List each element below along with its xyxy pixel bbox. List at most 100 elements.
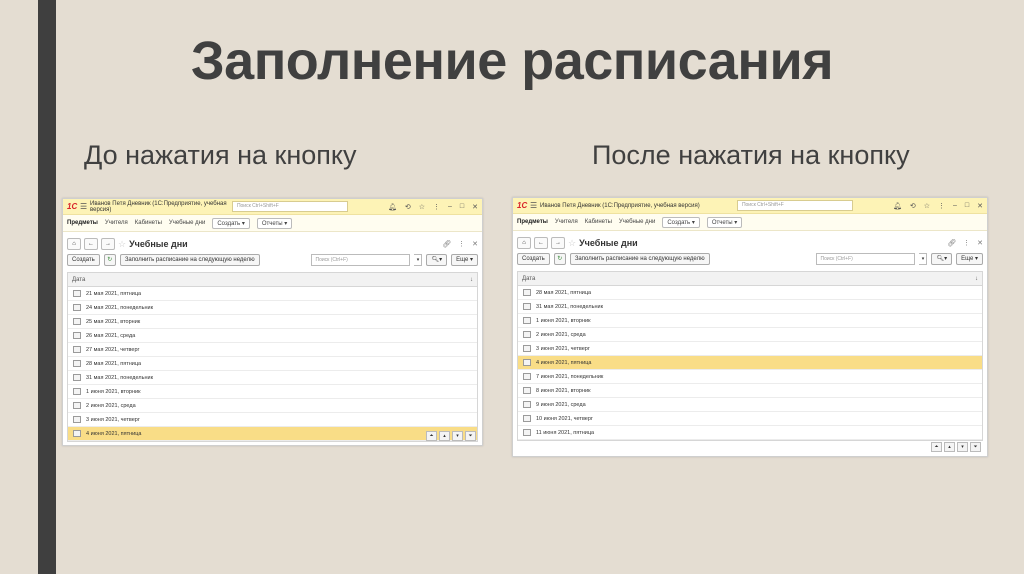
forward-arrow-icon[interactable]: → — [101, 238, 115, 250]
table-row[interactable]: 3 июня 2021, четверг — [68, 413, 477, 427]
form-close-icon[interactable]: ✕ — [977, 239, 983, 247]
table-row[interactable]: 3 июня 2021, четверг — [518, 342, 982, 356]
fill-schedule-button[interactable]: Заполнить расписание на следующую неделю — [569, 253, 710, 265]
menu-school-days[interactable]: Учебные дни — [619, 219, 655, 225]
menu-subjects[interactable]: Предметы — [67, 220, 98, 226]
table-row[interactable]: 1 июня 2021, вторник — [518, 314, 982, 328]
table-row[interactable]: 31 мая 2021, понедельник — [68, 371, 477, 385]
star-icon[interactable]: ☆ — [924, 202, 930, 210]
last-page-icon[interactable]: ⏷ — [970, 442, 981, 452]
command-bar: Создать ↻ Заполнить расписание на следую… — [513, 251, 987, 267]
menu-teachers[interactable]: Учителя — [105, 220, 128, 226]
table-row[interactable]: 7 июня 2021, понедельник — [518, 370, 982, 384]
prev-page-icon[interactable]: ▴ — [439, 431, 450, 441]
table-row[interactable]: 9 июня 2021, среда — [518, 398, 982, 412]
menu-subjects[interactable]: Предметы — [517, 219, 548, 225]
search-options-icon[interactable]: 🔍︎▾ — [931, 253, 953, 265]
next-page-icon[interactable]: ▾ — [452, 431, 463, 441]
row-date: 1 июня 2021, вторник — [86, 388, 141, 395]
back-arrow-icon[interactable]: ← — [84, 238, 98, 250]
close-icon[interactable]: ✕ — [977, 202, 983, 210]
menu-rooms[interactable]: Кабинеты — [135, 220, 162, 226]
bell-icon[interactable]: 🔔︎ — [388, 203, 397, 211]
table-row[interactable]: 1 июня 2021, вторник — [68, 385, 477, 399]
hamburger-icon[interactable]: ☰ — [530, 201, 540, 210]
home-icon[interactable]: ⌂ — [67, 238, 81, 250]
form-more-icon[interactable]: ⋮ — [458, 240, 465, 248]
menu-school-days[interactable]: Учебные дни — [169, 220, 205, 226]
slide-title: Заполнение расписания — [190, 31, 834, 91]
create-button[interactable]: Создать — [517, 253, 550, 265]
global-search-input[interactable]: Поиск Ctrl+Shift+F — [231, 201, 348, 212]
table-row[interactable]: 10 июня 2021, четверг — [518, 412, 982, 426]
history-icon[interactable]: ⟲ — [405, 203, 411, 211]
menu-create-button[interactable]: Создать ▾ — [212, 217, 250, 229]
table-row[interactable]: 4 июня 2021, пятница — [68, 427, 477, 441]
search-options-icon[interactable]: 🔍︎▾ — [426, 254, 448, 266]
close-icon[interactable]: ✕ — [472, 203, 478, 211]
table-row[interactable]: 2 июня 2021, среда — [68, 399, 477, 413]
hamburger-icon[interactable]: ☰ — [80, 202, 90, 211]
fill-schedule-button[interactable]: Заполнить расписание на следующую неделю — [119, 254, 260, 266]
table-row[interactable]: 21 мая 2021, пятница — [68, 287, 477, 301]
first-page-icon[interactable]: ⏶ — [426, 431, 437, 441]
menu-create-button[interactable]: Создать ▾ — [662, 216, 700, 228]
table-row[interactable]: 28 мая 2021, пятница — [518, 286, 982, 300]
minimize-icon[interactable]: – — [448, 203, 452, 211]
grid-search-input[interactable]: Поиск (Ctrl+F) — [311, 254, 411, 266]
search-dropdown-icon[interactable]: ▾ — [414, 254, 423, 266]
maximize-icon[interactable]: □ — [460, 203, 464, 211]
form-more-icon[interactable]: ⋮ — [963, 239, 970, 247]
table-row[interactable]: 28 мая 2021, пятница — [68, 357, 477, 371]
link-icon[interactable]: 🔗︎ — [442, 240, 451, 248]
menu-teachers[interactable]: Учителя — [555, 219, 578, 225]
menu-reports-button[interactable]: Отчеты ▾ — [256, 217, 293, 229]
more-button[interactable]: Еще ▾ — [451, 254, 478, 266]
more-icon[interactable]: ⋮ — [938, 202, 945, 210]
sort-icon[interactable]: ↓ — [470, 277, 473, 283]
forward-arrow-icon[interactable]: → — [551, 237, 565, 249]
sort-icon[interactable]: ↓ — [975, 276, 978, 282]
star-icon[interactable]: ☆ — [419, 203, 425, 211]
table-row[interactable]: 25 мая 2021, вторник — [68, 315, 477, 329]
home-icon[interactable]: ⌂ — [517, 237, 531, 249]
favorite-star-icon[interactable]: ☆ — [568, 238, 576, 249]
last-page-icon[interactable]: ⏷ — [465, 431, 476, 441]
table-row[interactable]: 27 мая 2021, четверг — [68, 343, 477, 357]
create-button[interactable]: Создать — [67, 254, 100, 266]
more-icon[interactable]: ⋮ — [433, 203, 440, 211]
search-dropdown-icon[interactable]: ▾ — [919, 253, 928, 265]
history-icon[interactable]: ⟲ — [910, 202, 916, 210]
table-row[interactable]: 11 июня 2021, пятница — [518, 426, 982, 440]
table-row[interactable]: 8 июня 2021, вторник — [518, 384, 982, 398]
row-date: 2 июня 2021, среда — [86, 402, 136, 409]
section-menu: Предметы Учителя Кабинеты Учебные дни Со… — [513, 214, 987, 231]
menu-rooms[interactable]: Кабинеты — [585, 219, 612, 225]
next-page-icon[interactable]: ▾ — [957, 442, 968, 452]
row-date: 26 мая 2021, среда — [86, 332, 136, 339]
table-row[interactable]: 31 мая 2021, понедельник — [518, 300, 982, 314]
table-row[interactable]: 24 мая 2021, понедельник — [68, 301, 477, 315]
global-search-input[interactable]: Поиск Ctrl+Shift+F — [736, 200, 853, 211]
grid-search-input[interactable]: Поиск (Ctrl+F) — [816, 253, 916, 265]
prev-page-icon[interactable]: ▴ — [944, 442, 955, 452]
column-date[interactable]: Дата — [72, 277, 470, 283]
menu-reports-button[interactable]: Отчеты ▾ — [706, 216, 743, 228]
link-icon[interactable]: 🔗︎ — [947, 239, 956, 247]
app-titlebar: 1С ☰ Иванов Петя Дневник (1С:Предприятие… — [513, 198, 987, 214]
form-close-icon[interactable]: ✕ — [472, 240, 478, 248]
table-row[interactable]: 2 июня 2021, среда — [518, 328, 982, 342]
minimize-icon[interactable]: – — [953, 202, 957, 210]
column-date[interactable]: Дата — [522, 276, 975, 282]
table-row[interactable]: 4 июня 2021, пятница — [518, 356, 982, 370]
maximize-icon[interactable]: □ — [965, 202, 969, 210]
back-arrow-icon[interactable]: ← — [534, 237, 548, 249]
favorite-star-icon[interactable]: ☆ — [118, 239, 126, 250]
more-button[interactable]: Еще ▾ — [956, 253, 983, 265]
record-icon — [73, 402, 81, 409]
bell-icon[interactable]: 🔔︎ — [893, 202, 902, 210]
first-page-icon[interactable]: ⏶ — [931, 442, 942, 452]
refresh-icon[interactable]: ↻ — [553, 253, 566, 265]
refresh-icon[interactable]: ↻ — [103, 254, 116, 266]
table-row[interactable]: 26 мая 2021, среда — [68, 329, 477, 343]
